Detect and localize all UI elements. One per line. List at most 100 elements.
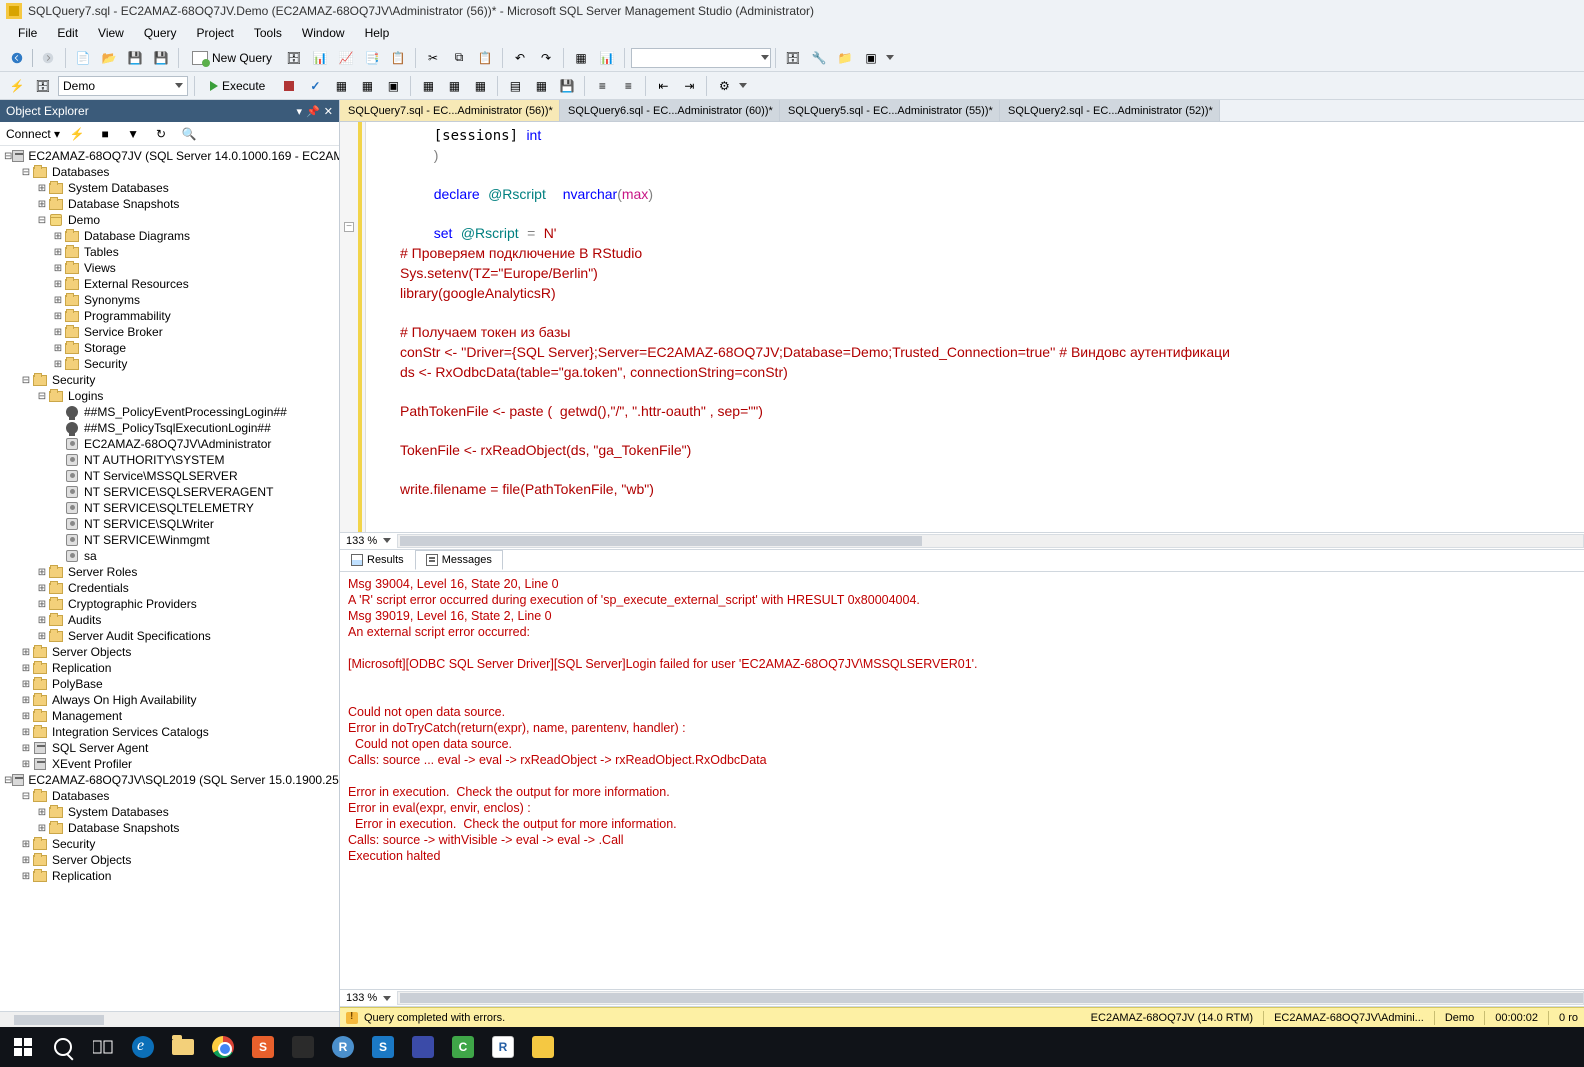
expand-icon[interactable]: ⊞: [20, 759, 32, 770]
tree-row[interactable]: ⊟Databases: [0, 788, 339, 804]
expand-icon[interactable]: ⊞: [52, 295, 64, 306]
tree-row[interactable]: ⊞External Resources: [0, 276, 339, 292]
analysis-query-icon[interactable]: 📊: [309, 47, 331, 69]
connect-button[interactable]: Connect ▾: [6, 127, 60, 141]
sql-toolbar-overflow-icon[interactable]: [739, 83, 747, 88]
collapse-icon[interactable]: ⊟: [20, 791, 32, 802]
code-editor[interactable]: − [sessions] int ) declare @Rscript nvar…: [340, 122, 1584, 532]
oe-horizontal-scrollbar[interactable]: [0, 1011, 339, 1027]
collapse-icon[interactable]: ⊟: [36, 215, 48, 226]
db-engine-query-icon[interactable]: 🗄: [283, 47, 305, 69]
uncomment-icon[interactable]: ≡: [617, 75, 639, 97]
menu-tools[interactable]: Tools: [244, 24, 292, 42]
object-explorer-icon[interactable]: ▣: [860, 47, 882, 69]
comment-icon[interactable]: ▦: [570, 47, 592, 69]
tree-row[interactable]: EC2AMAZ-68OQ7JV\Administrator: [0, 436, 339, 452]
expand-icon[interactable]: ⊞: [36, 199, 48, 210]
tree-row[interactable]: ⊞Server Roles: [0, 564, 339, 580]
task-view-icon[interactable]: [86, 1032, 120, 1062]
tree-row[interactable]: ⊟EC2AMAZ-68OQ7JV (SQL Server 14.0.1000.1…: [0, 148, 339, 164]
expand-icon[interactable]: ⊞: [20, 743, 32, 754]
estimated-plan-icon[interactable]: ▦: [330, 75, 352, 97]
tree-row[interactable]: ⊞Views: [0, 260, 339, 276]
include-plan-icon[interactable]: ▦: [417, 75, 439, 97]
decrease-indent-icon[interactable]: ⇤: [652, 75, 674, 97]
app-dark-icon[interactable]: [286, 1032, 320, 1062]
expand-icon[interactable]: ⊞: [36, 823, 48, 834]
expand-icon[interactable]: ⊞: [36, 615, 48, 626]
editor-tab[interactable]: SQLQuery6.sql - EC...Administrator (60))…: [560, 100, 780, 121]
execute-button[interactable]: Execute: [201, 76, 274, 96]
expand-icon[interactable]: ⊞: [52, 343, 64, 354]
save-all-icon[interactable]: 💾: [150, 47, 172, 69]
expand-icon[interactable]: ⊞: [36, 567, 48, 578]
tree-row[interactable]: ⊟Demo: [0, 212, 339, 228]
tree-row[interactable]: ⊞Database Snapshots: [0, 820, 339, 836]
filter-icon[interactable]: ▼: [122, 123, 144, 145]
tree-row[interactable]: ⊞Replication: [0, 660, 339, 676]
editor-horizontal-scrollbar[interactable]: [397, 534, 1584, 548]
expand-icon[interactable]: ⊞: [20, 855, 32, 866]
expand-icon[interactable]: ⊞: [20, 839, 32, 850]
messages-tab[interactable]: Messages: [415, 550, 503, 570]
properties-icon[interactable]: 🔧: [808, 47, 830, 69]
results-tab[interactable]: Results: [340, 550, 415, 570]
menu-view[interactable]: View: [88, 24, 134, 42]
expand-icon[interactable]: ⊞: [20, 679, 32, 690]
tree-row[interactable]: NT Service\MSSQLSERVER: [0, 468, 339, 484]
collapse-icon[interactable]: ⊟: [4, 151, 12, 162]
expand-icon[interactable]: ⊞: [36, 599, 48, 610]
tree-row[interactable]: ⊞Security: [0, 836, 339, 852]
editor-tab[interactable]: SQLQuery5.sql - EC...Administrator (55))…: [780, 100, 1000, 121]
panel-pin-icon[interactable]: 📌: [306, 105, 320, 118]
chevron-down-icon[interactable]: [383, 538, 391, 543]
cut-icon[interactable]: ✂: [422, 47, 444, 69]
expand-icon[interactable]: ⊞: [52, 279, 64, 290]
tree-row[interactable]: ⊞Server Objects: [0, 852, 339, 868]
tree-row[interactable]: NT SERVICE\SQLWriter: [0, 516, 339, 532]
menu-help[interactable]: Help: [355, 24, 400, 42]
change-connection-icon[interactable]: ⚡: [6, 75, 28, 97]
expand-icon[interactable]: ⊞: [52, 327, 64, 338]
collapse-icon[interactable]: ⊟: [4, 775, 12, 786]
disconnect-icon[interactable]: ⚡: [66, 123, 88, 145]
open-file-icon[interactable]: 📂: [98, 47, 120, 69]
snip-icon[interactable]: S: [366, 1032, 400, 1062]
tree-row[interactable]: ##MS_PolicyEventProcessingLogin##: [0, 404, 339, 420]
rstudio-icon[interactable]: R: [326, 1032, 360, 1062]
intellisense-icon[interactable]: ▣: [382, 75, 404, 97]
panel-close-icon[interactable]: ✕: [324, 105, 333, 118]
results-text-icon[interactable]: ▤: [504, 75, 526, 97]
menu-edit[interactable]: Edit: [47, 24, 88, 42]
tree-row[interactable]: NT SERVICE\SQLTELEMETRY: [0, 500, 339, 516]
menu-window[interactable]: Window: [292, 24, 355, 42]
tree-row[interactable]: NT SERVICE\Winmgmt: [0, 532, 339, 548]
tree-row[interactable]: ##MS_PolicyTsqlExecutionLogin##: [0, 420, 339, 436]
object-explorer-tree[interactable]: ⊟EC2AMAZ-68OQ7JV (SQL Server 14.0.1000.1…: [0, 146, 339, 1011]
collapse-icon[interactable]: ⊟: [20, 375, 32, 386]
mdx-query-icon[interactable]: 📈: [335, 47, 357, 69]
tree-row[interactable]: ⊞Server Objects: [0, 644, 339, 660]
registered-servers-icon[interactable]: 🗄: [782, 47, 804, 69]
undo-icon[interactable]: ↶: [509, 47, 531, 69]
collapse-icon[interactable]: ⊟: [20, 167, 32, 178]
parse-button[interactable]: ✓: [304, 75, 326, 97]
activity-monitor-icon[interactable]: 📊: [596, 47, 618, 69]
live-stats-icon[interactable]: ▦: [443, 75, 465, 97]
tree-row[interactable]: ⊞SQL Server Agent: [0, 740, 339, 756]
tree-row[interactable]: ⊞Programmability: [0, 308, 339, 324]
tree-row[interactable]: ⊞Security: [0, 356, 339, 372]
tree-row[interactable]: ⊞Audits: [0, 612, 339, 628]
panel-dropdown-icon[interactable]: ▾: [297, 105, 303, 118]
template-icon[interactable]: 📁: [834, 47, 856, 69]
code-content[interactable]: [sessions] int ) declare @Rscript nvarch…: [366, 122, 1584, 532]
messages-output[interactable]: Msg 39004, Level 16, State 20, Line 0 A …: [340, 572, 1584, 990]
expand-icon[interactable]: ⊞: [20, 871, 32, 882]
expand-icon[interactable]: ⊞: [36, 631, 48, 642]
tree-row[interactable]: ⊞Credentials: [0, 580, 339, 596]
app-green-icon[interactable]: C: [446, 1032, 480, 1062]
stop-button[interactable]: [278, 75, 300, 97]
tree-row[interactable]: ⊞Always On High Availability: [0, 692, 339, 708]
expand-icon[interactable]: ⊞: [52, 231, 64, 242]
messages-horizontal-scrollbar[interactable]: [397, 991, 1584, 1005]
